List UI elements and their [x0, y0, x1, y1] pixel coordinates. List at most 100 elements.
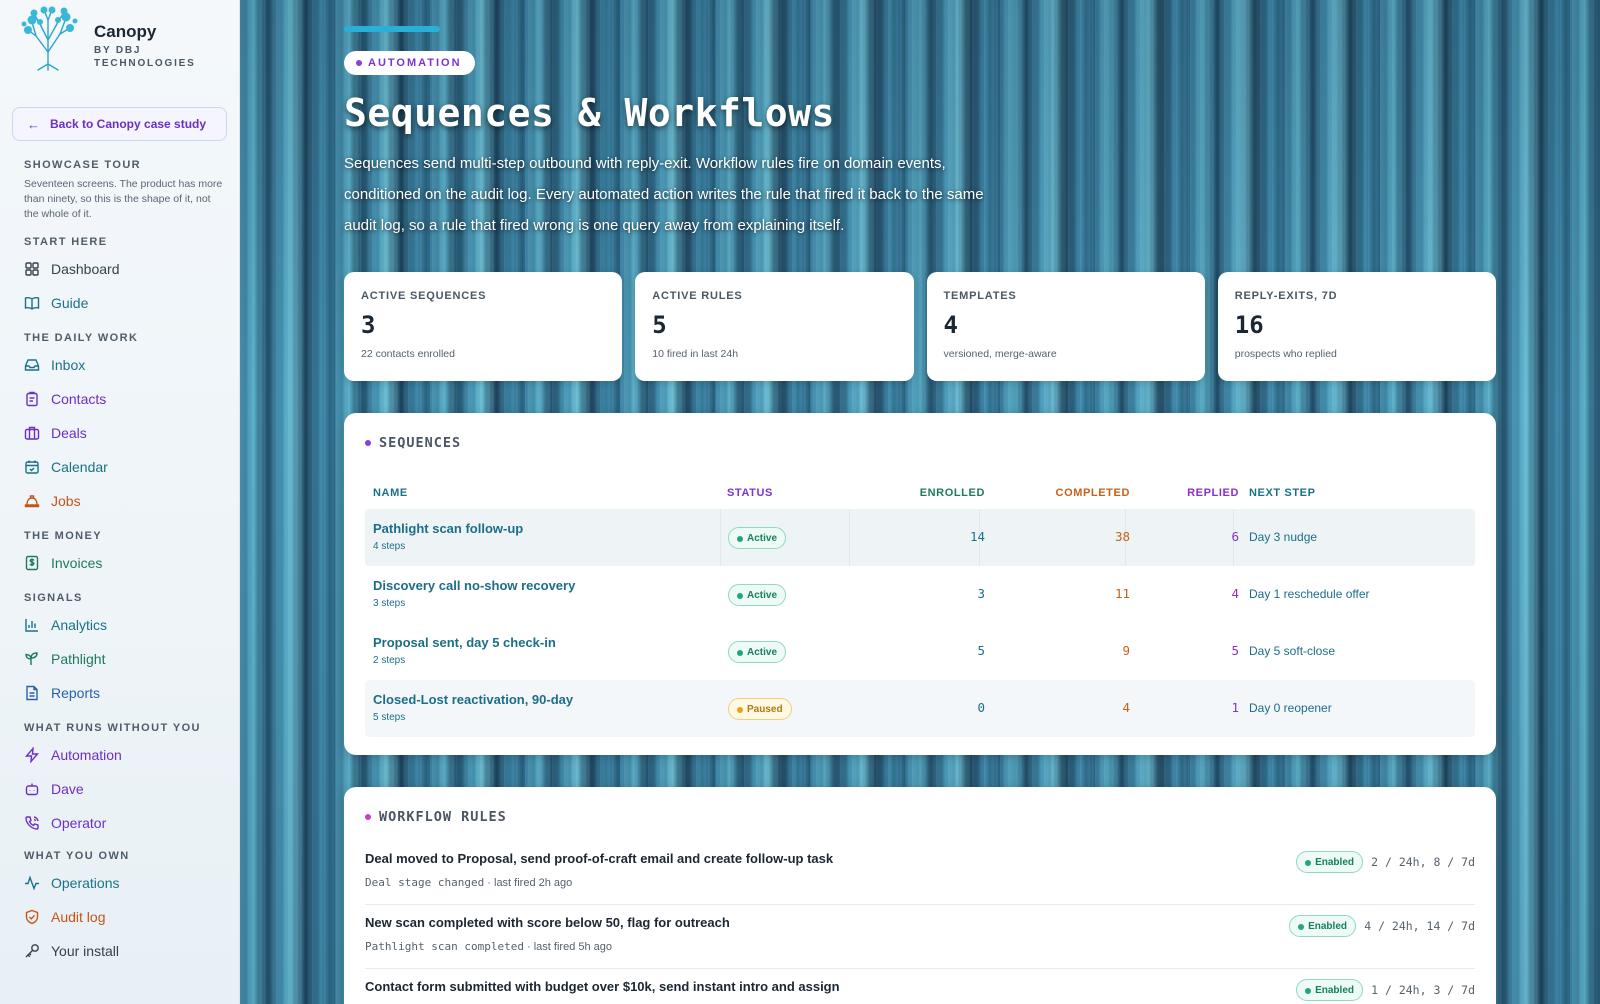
- header-dot: [365, 814, 371, 820]
- cell-divider: [849, 509, 850, 566]
- phone-icon: [25, 816, 39, 830]
- sequence-name-link[interactable]: Discovery call no-show recovery: [373, 578, 575, 593]
- stat-value: 5: [652, 311, 667, 339]
- sequence-name-cell: Discovery call no-show recovery 3 steps: [373, 578, 575, 609]
- section-showcase-tour: SHOWCASE TOUR: [24, 159, 142, 171]
- rule-title: Deal moved to Proposal, send proof-of-cr…: [365, 851, 834, 866]
- nav-contacts[interactable]: Contacts: [24, 386, 224, 412]
- nav-jobs[interactable]: Jobs: [24, 488, 224, 514]
- brand-name: Canopy: [94, 22, 157, 41]
- sequence-name-cell: Closed-Lost reactivation, 90-day 5 steps: [373, 692, 573, 723]
- nav-label: Deals: [51, 425, 87, 441]
- col-replied[interactable]: REPLIED: [1187, 487, 1239, 499]
- nav-deals[interactable]: Deals: [24, 420, 224, 446]
- nav-label: Pathlight: [51, 651, 106, 667]
- replied-value: 5: [1231, 643, 1239, 658]
- workflow-rule-row[interactable]: Contact form submitted with budget over …: [365, 969, 1475, 1004]
- nav-label: Analytics: [51, 617, 108, 633]
- nav-reports[interactable]: Reports: [24, 680, 224, 706]
- stat-subtext: versioned, merge-aware: [943, 348, 1057, 360]
- page-title: Sequences & Workflows: [344, 91, 835, 135]
- table-row[interactable]: Proposal sent, day 5 check-in 2 steps Ac…: [365, 623, 1475, 680]
- sequence-name-cell: Pathlight scan follow-up 4 steps: [373, 521, 523, 552]
- workflow-rules-card: WORKFLOW RULES Deal moved to Proposal, s…: [344, 787, 1496, 1004]
- workflow-rule-row[interactable]: Deal moved to Proposal, send proof-of-cr…: [365, 841, 1475, 905]
- rule-status-badge[interactable]: Enabled: [1296, 851, 1363, 873]
- nav-calendar[interactable]: Calendar: [24, 454, 224, 480]
- sprout-icon: [25, 652, 38, 665]
- sequence-steps: 5 steps: [373, 712, 406, 723]
- sidebar: Canopy BY DBJ TECHNOLOGIES ← Back to Can…: [0, 0, 240, 1004]
- nav-label: Invoices: [51, 555, 103, 571]
- nav-invoices[interactable]: Invoices: [24, 550, 224, 576]
- back-button-label: Back to Canopy case study: [50, 117, 207, 131]
- col-enrolled[interactable]: ENROLLED: [920, 487, 985, 499]
- nav-label: Audit log: [51, 909, 106, 925]
- col-status[interactable]: STATUS: [727, 487, 773, 499]
- rule-fire-counts: 4 / 24h, 14 / 7d: [1364, 919, 1475, 933]
- section-signals: SIGNALS: [24, 592, 83, 604]
- stat-card: ACTIVE SEQUENCES 3 22 contacts enrolled: [344, 272, 623, 381]
- nav-operations[interactable]: Operations: [24, 870, 224, 896]
- workflow-rule-row[interactable]: New scan completed with score below 50, …: [365, 905, 1475, 969]
- nav-automation[interactable]: Automation: [24, 742, 224, 768]
- back-to-case-study-button[interactable]: ← Back to Canopy case study: [12, 107, 227, 141]
- sequences-title: SEQUENCES: [379, 435, 462, 451]
- rule-fire-counts: 1 / 24h, 3 / 7d: [1371, 983, 1475, 997]
- rule-event: Pathlight scan completed: [365, 940, 524, 953]
- replied-value: 1: [1231, 700, 1239, 715]
- bot-icon: [25, 783, 39, 796]
- rule-title: New scan completed with score below 50, …: [365, 915, 730, 930]
- completed-value: 38: [1114, 529, 1130, 544]
- next-step: Day 1 reschedule offer: [1249, 587, 1370, 601]
- status-badge: Active: [728, 527, 787, 549]
- nav-dashboard[interactable]: Dashboard: [24, 256, 224, 282]
- section-start-here: START HERE: [24, 236, 108, 248]
- sequence-name-link[interactable]: Pathlight scan follow-up: [373, 521, 523, 536]
- nav-label: Contacts: [51, 391, 107, 407]
- stat-label: REPLY-EXITS, 7D: [1234, 290, 1338, 302]
- rule-status-badge[interactable]: Enabled: [1296, 979, 1363, 1001]
- table-row[interactable]: Closed-Lost reactivation, 90-day 5 steps…: [365, 680, 1475, 737]
- header-dot: [365, 440, 371, 446]
- clipboard-icon: [26, 391, 38, 407]
- stat-card: REPLY-EXITS, 7D 16 prospects who replied: [1217, 272, 1496, 381]
- next-step: Day 0 reopener: [1249, 701, 1332, 715]
- sequence-name-link[interactable]: Proposal sent, day 5 check-in: [373, 635, 556, 650]
- rule-status-badge[interactable]: Enabled: [1289, 915, 1356, 937]
- col-name[interactable]: NAME: [373, 487, 408, 499]
- col-next-step[interactable]: NEXT STEP: [1249, 487, 1316, 499]
- stat-subtext: 10 fired in last 24h: [652, 348, 739, 360]
- brand[interactable]: Canopy BY DBJ TECHNOLOGIES: [18, 6, 228, 72]
- nav-your-install[interactable]: Your install: [24, 938, 224, 964]
- nav-pathlight[interactable]: Pathlight: [24, 646, 224, 672]
- cell-divider: [720, 509, 721, 566]
- completed-value: 4: [1122, 700, 1130, 715]
- section-what-you-own: WHAT YOU OWN: [24, 850, 130, 862]
- activity-icon: [25, 875, 39, 891]
- nav-guide[interactable]: Guide: [24, 290, 224, 316]
- nav-audit-log[interactable]: Audit log: [24, 904, 224, 930]
- section-daily-work: THE DAILY WORK: [24, 332, 139, 344]
- col-completed[interactable]: COMPLETED: [1056, 487, 1130, 499]
- sequence-steps: 3 steps: [373, 598, 406, 609]
- next-step: Day 3 nudge: [1249, 530, 1318, 544]
- nav-label: Inbox: [51, 357, 86, 373]
- table-row[interactable]: Discovery call no-show recovery 3 steps …: [365, 566, 1475, 623]
- nav-inbox[interactable]: Inbox: [24, 352, 224, 378]
- rule-last-fired: · last fired 5h ago: [527, 941, 613, 953]
- nav-analytics[interactable]: Analytics: [24, 612, 224, 638]
- next-step: Day 5 soft-close: [1249, 644, 1336, 658]
- table-row[interactable]: Pathlight scan follow-up 4 steps Active …: [365, 509, 1475, 566]
- nav-dave[interactable]: Dave: [24, 776, 224, 802]
- grid-icon: [25, 262, 39, 276]
- stat-label: ACTIVE SEQUENCES: [361, 290, 487, 302]
- nav-operator[interactable]: Operator: [24, 810, 224, 836]
- nav-label: Operations: [51, 875, 120, 891]
- calendar-icon: [25, 460, 39, 474]
- page-description: Sequences send multi-step outbound with …: [344, 155, 984, 234]
- receipt-dollar-icon: [25, 555, 39, 571]
- sequences-header: SEQUENCES: [365, 435, 461, 451]
- stat-value: 16: [1234, 311, 1264, 339]
- sequence-name-link[interactable]: Closed-Lost reactivation, 90-day: [373, 692, 573, 707]
